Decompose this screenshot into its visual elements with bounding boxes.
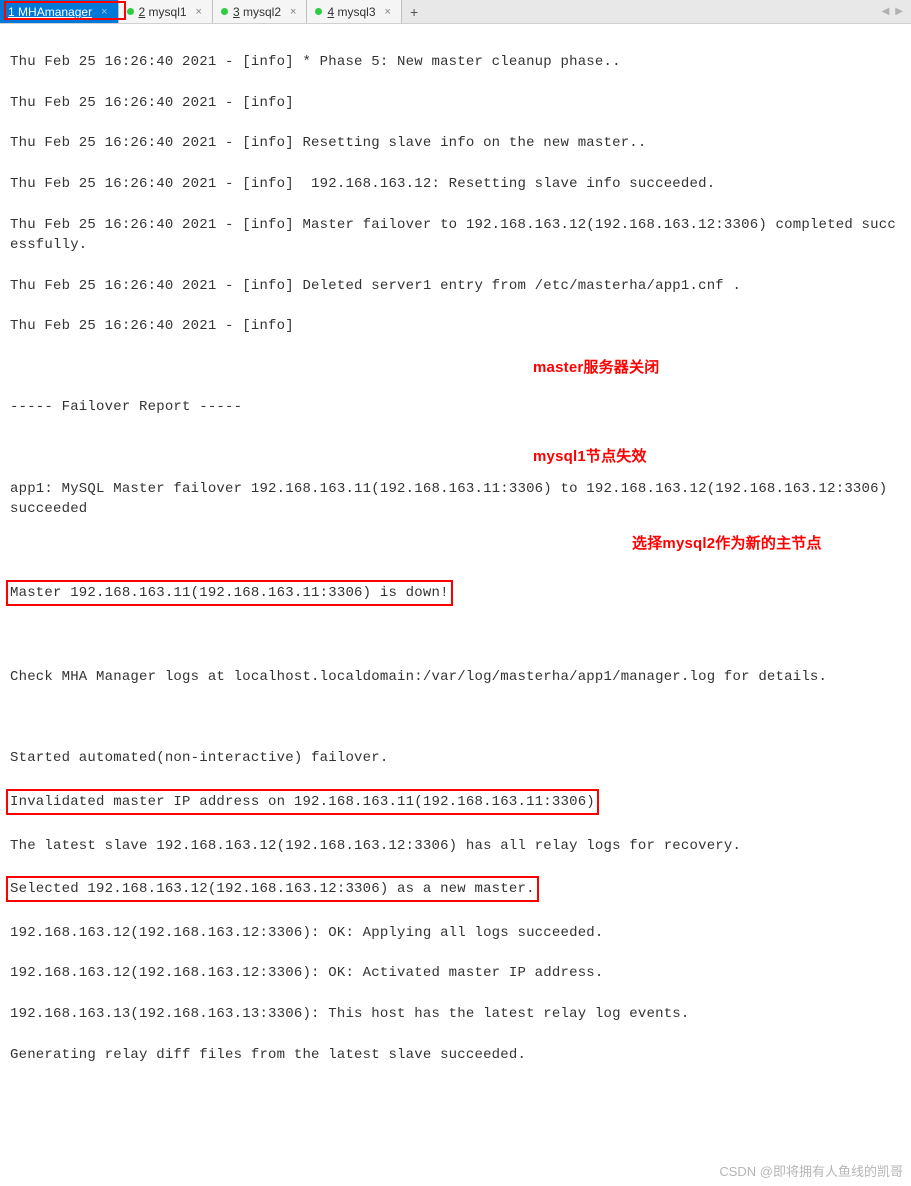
log-line: 192.168.163.12(192.168.163.12:3306): OK:… — [10, 923, 901, 943]
blank-line — [10, 539, 901, 559]
log-line-boxed: Selected 192.168.163.12(192.168.163.12:3… — [10, 876, 901, 902]
log-line: ----- Failover Report ----- — [10, 397, 901, 417]
tab-label: 2 mysql1 — [139, 5, 187, 19]
terminal-output: Thu Feb 25 16:26:40 2021 - [info] * Phas… — [0, 24, 911, 1186]
log-line: Thu Feb 25 16:26:40 2021 - [info] Delete… — [10, 276, 901, 296]
log-line: The latest slave 192.168.163.12(192.168.… — [10, 836, 901, 856]
tab-mysql1[interactable]: 2 mysql1 × — [119, 0, 213, 23]
log-line: Thu Feb 25 16:26:40 2021 - [info] 192.16… — [10, 174, 901, 194]
log-line: Thu Feb 25 16:26:40 2021 - [info] — [10, 316, 901, 336]
close-icon[interactable]: × — [385, 6, 391, 18]
highlight-invalidated: Invalidated master IP address on 192.168… — [6, 789, 599, 815]
log-line: app1: MySQL Master failover 192.168.163.… — [10, 479, 901, 520]
tab-label: 3 mysql2 — [233, 5, 281, 19]
log-line-boxed: Invalidated master IP address on 192.168… — [10, 789, 901, 815]
tab-bar: 1 MHAmanager × 2 mysql1 × 3 mysql2 × 4 m… — [0, 0, 911, 24]
log-line-boxed: Master 192.168.163.11(192.168.163.11:330… — [10, 580, 901, 606]
log-line: Started automated(non-interactive) failo… — [10, 748, 901, 768]
close-icon[interactable]: × — [196, 6, 202, 18]
log-line: Thu Feb 25 16:26:40 2021 - [info] * Phas… — [10, 52, 901, 72]
highlight-master-down: Master 192.168.163.11(192.168.163.11:330… — [6, 580, 453, 606]
status-dot-icon — [127, 8, 134, 15]
blank-line — [10, 438, 901, 458]
log-line: Check MHA Manager logs at localhost.loca… — [10, 667, 901, 687]
nav-left-icon[interactable]: ◀ — [880, 6, 892, 17]
tab-num: 1 MHAmanager — [8, 5, 92, 19]
highlight-selected-master: Selected 192.168.163.12(192.168.163.12:3… — [6, 876, 539, 902]
log-line: 192.168.163.12(192.168.163.12:3306): OK:… — [10, 963, 901, 983]
log-line: Thu Feb 25 16:26:40 2021 - [info] — [10, 93, 901, 113]
log-line: 192.168.163.13(192.168.163.13:3306): Thi… — [10, 1004, 901, 1024]
tab-nav: ◀ ▶ — [880, 6, 911, 17]
log-line: Thu Feb 25 16:26:40 2021 - [info] Resett… — [10, 133, 901, 153]
status-dot-icon — [315, 8, 322, 15]
tab-mhamanager[interactable]: 1 MHAmanager × — [0, 0, 119, 23]
tab-mysql3[interactable]: 4 mysql3 × — [307, 0, 401, 23]
blank-line — [10, 708, 901, 728]
blank-line — [10, 627, 901, 647]
tab-mysql2[interactable]: 3 mysql2 × — [213, 0, 307, 23]
close-icon[interactable]: × — [290, 6, 296, 18]
close-icon[interactable]: × — [101, 6, 107, 18]
add-tab-button[interactable]: + — [402, 4, 426, 20]
tab-label: 4 mysql3 — [327, 5, 375, 19]
nav-right-icon[interactable]: ▶ — [893, 6, 905, 17]
blank-line — [10, 357, 901, 377]
log-line: Thu Feb 25 16:26:40 2021 - [info] Master… — [10, 215, 901, 256]
status-dot-icon — [221, 8, 228, 15]
log-line: Generating relay diff files from the lat… — [10, 1045, 901, 1065]
